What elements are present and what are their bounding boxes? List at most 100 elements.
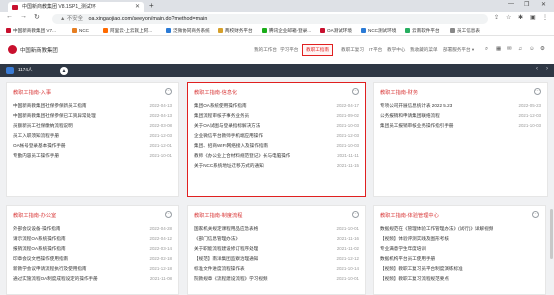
- menu-favorites[interactable]: 我收藏的菜单: [410, 47, 438, 53]
- card-finance: 教职工指南-财务 ⋯ 专项公司开展信息统计表 2022 5.23 2022-05-…: [373, 82, 548, 197]
- list-item[interactable]: 院教规章《流程建设流程》学习视频 2021-10-01: [194, 276, 359, 283]
- home-icon[interactable]: ▲: [60, 66, 68, 75]
- window-close-icon[interactable]: ✕: [541, 1, 546, 8]
- url-input[interactable]: ▲ 不安全 oa.xingaojiao.com/seeyon/main.do?m…: [52, 13, 488, 24]
- bookmark-item[interactable]: 员工信息表: [450, 25, 480, 36]
- minimize-icon[interactable]: —: [508, 1, 514, 7]
- more-icon[interactable]: ⋯: [534, 87, 541, 95]
- list-item[interactable]: 专项公司开展信息统计表 2022 5.23 2022-05-23: [380, 103, 541, 110]
- menu-services[interactable]: 部署服务平台 ▾: [443, 47, 474, 53]
- list-item[interactable]: 教师《办公业上合材料规范登记》长与电脑操作 2021-11-11: [194, 153, 359, 160]
- back-icon[interactable]: ←: [6, 13, 13, 20]
- menu-staff-review[interactable]: 教职工复习: [341, 47, 364, 53]
- menu-teaching-center[interactable]: 教学中心: [387, 47, 405, 53]
- bookmark-item[interactable]: 两校财务平台: [218, 25, 253, 36]
- menu-it-platform[interactable]: IT平台: [369, 47, 382, 53]
- more-icon[interactable]: ⋯: [532, 210, 539, 218]
- list-item[interactable]: 印章会议文档操作使用指南 2022-02-18: [13, 256, 172, 263]
- list-item[interactable]: 中国新商教集团社保参保已工资异常处理 2022-04-13: [13, 113, 172, 120]
- page-scrollbar[interactable]: [548, 205, 554, 293]
- more-icon[interactable]: ⋯: [165, 87, 172, 95]
- bookmark-item[interactable]: 泛微协同商务系统: [166, 25, 210, 36]
- message-icon[interactable]: ✉: [507, 46, 512, 52]
- extensions-icon[interactable]: ✱: [518, 14, 523, 21]
- menu-workbench[interactable]: 我的工作台: [254, 47, 277, 53]
- bookmark-item[interactable]: 阿里云-上云就上阿...: [103, 25, 152, 36]
- list-item[interactable]: 数据规范在《管理体验工作管理办法》(试行)》详解视频: [380, 226, 539, 233]
- list-item[interactable]: 通过实施流程OA制度成程设定的操作手册 2021-11-08: [13, 276, 172, 283]
- bookmark-item[interactable]: 腾讯企业邮箱-登录...: [262, 25, 311, 36]
- list-item[interactable]: 【规范】南洋集团监察治理通知 2021-12-12: [194, 256, 359, 263]
- list-item[interactable]: 国家机关规定课程用品应急表格 2021-10-01: [194, 226, 359, 233]
- tab-title: 中国新商教集团 V8.1SP1_测试环: [22, 4, 96, 10]
- list-item[interactable]: 关于NCC系统地址迁移方式的通知 2021-11-15: [194, 163, 359, 170]
- brand-name: 中国新商教集团: [20, 48, 58, 54]
- gear-icon[interactable]: ⚙: [540, 46, 545, 52]
- star-icon[interactable]: ☆: [506, 14, 511, 21]
- more-menu-icon[interactable]: ⋮: [542, 14, 548, 21]
- card-experience: 教职工指南-体验管理中心 ⋯ 数据规范在《管理体验工作管理办法》(试行)》详解视…: [373, 205, 546, 295]
- list-item[interactable]: 集团、招商WIFI网络接入及操作指南 2021-10-03: [194, 143, 359, 150]
- status-strip: 1174人 ▲ ‹ ›: [0, 64, 554, 77]
- list-item[interactable]: 新教学会议申请流程执行及使用指南 2021-12-18: [13, 266, 172, 273]
- bookmark-favicon-icon: [72, 28, 77, 33]
- bookmark-favicon-icon: [320, 28, 325, 33]
- list-item[interactable]: 企业微信平台教师手机端应用操作 2021-12-03: [194, 133, 359, 140]
- scrollbar-thumb[interactable]: [549, 209, 553, 259]
- list-item[interactable]: 专勤内容员工操作手册 2021-10-01: [13, 153, 172, 160]
- bookmark-item[interactable]: OA测试环境: [320, 25, 352, 36]
- list-item[interactable]: 标准文件进度流程操作表 2021-10-14: [194, 266, 359, 273]
- list-item[interactable]: 关于职能流程建设修订程序处理 2021-11-02: [194, 246, 359, 253]
- list-item[interactable]: 外部会议设备·操作指南 2022-04-28: [13, 226, 172, 233]
- bookmark-favicon-icon: [262, 28, 267, 33]
- list-item[interactable]: 集团OA系统使用操作指南 2022-04-17: [194, 103, 359, 110]
- maximize-icon[interactable]: ❐: [524, 1, 529, 8]
- card-rules: 教职工指南-制度流程 ⋯ 国家机关规定课程用品应急表格 2021-10-01 《部…: [187, 205, 366, 295]
- list-item[interactable]: 关于OA试图与登录指标解决方法 2021-10-03: [194, 123, 359, 130]
- list-item[interactable]: 报销流程OA系统操作指南 2022-03-14: [13, 246, 172, 253]
- prev-arrow-icon[interactable]: ‹: [536, 66, 538, 72]
- new-tab-icon[interactable]: +: [149, 1, 154, 10]
- search-icon[interactable]: ⌕: [485, 46, 488, 53]
- site-favicon-icon: [12, 4, 18, 10]
- list-item[interactable]: 《部门信息管理办法》 2021-11-16: [194, 236, 359, 243]
- list-item[interactable]: 请示流程OA系统操作指南 2022-04-12: [13, 236, 172, 243]
- list-item[interactable]: OA帐号登录基本操作手册 2021-12-01: [13, 143, 172, 150]
- list-item[interactable]: 专业满意学生年度培训: [380, 246, 539, 253]
- close-tab-icon[interactable]: ✕: [135, 2, 140, 12]
- forward-icon[interactable]: →: [20, 13, 27, 20]
- more-icon[interactable]: ⋯: [165, 210, 172, 218]
- reload-icon[interactable]: ↻: [34, 13, 40, 21]
- browser-tab[interactable]: 中国新商教集团 V8.1SP1_测试环 ✕: [8, 2, 144, 12]
- list-item[interactable]: 员额新员工社保缴纳流程说明 2022-03-08: [13, 123, 172, 130]
- bell-icon[interactable]: ♫: [518, 46, 522, 52]
- online-users-icon: [6, 67, 14, 74]
- grid-icon[interactable]: ▦: [496, 46, 501, 52]
- list-item[interactable]: 集团员工报销审核业务操作指引手册 2021-10-03: [380, 123, 541, 130]
- bookmark-favicon-icon: [405, 28, 410, 33]
- share-icon[interactable]: ⇪: [494, 14, 499, 21]
- bookmark-item[interactable]: NCC: [72, 25, 89, 36]
- card-hr: 教职工指南-入事 ⋯ 中国新商教集团社保参保新员工指南 2022-04-13 中国…: [6, 82, 179, 197]
- list-item[interactable]: 集团流程审核子事务业务员 2021-09-02: [194, 113, 359, 120]
- more-icon[interactable]: ⋯: [352, 87, 359, 95]
- list-item[interactable]: 员工入职须知流程手册 2021-12-03: [13, 133, 172, 140]
- list-item[interactable]: 公务报销和申请集团联络流程 2021-12-03: [380, 113, 541, 120]
- bookmark-favicon-icon: [6, 28, 11, 33]
- list-item[interactable]: 【视频】教职工复习流程规范要点: [380, 276, 539, 283]
- card-office: 教职工指南-办公室 ⋯ 外部会议设备·操作指南 2022-04-28 请示流程OA…: [6, 205, 179, 295]
- bookmark-item[interactable]: NCC测试环境: [361, 25, 396, 36]
- menu-staff-guide[interactable]: 教职工指南: [302, 44, 333, 56]
- list-item[interactable]: 数据机构平台员工使用手册: [380, 256, 539, 263]
- list-item[interactable]: 中国新商教集团社保参保新员工指南 2022-04-13: [13, 103, 172, 110]
- menu-learning[interactable]: 学习平台: [280, 47, 298, 53]
- bookmark-item[interactable]: 云南软件平台: [405, 25, 440, 36]
- sidebar-icon[interactable]: ▣: [530, 14, 536, 21]
- list-item[interactable]: 【视频】体验评测实践及图形考核: [380, 236, 539, 243]
- next-arrow-icon[interactable]: ›: [546, 66, 548, 72]
- more-icon[interactable]: ⋯: [352, 210, 359, 218]
- bookmark-item[interactable]: 中国新商教集团 V7...: [6, 25, 56, 36]
- list-item[interactable]: 【视频】教职工复习员平台制度演练标准: [380, 266, 539, 273]
- bookmark-favicon-icon: [218, 28, 223, 33]
- user-icon[interactable]: ☺: [529, 46, 535, 52]
